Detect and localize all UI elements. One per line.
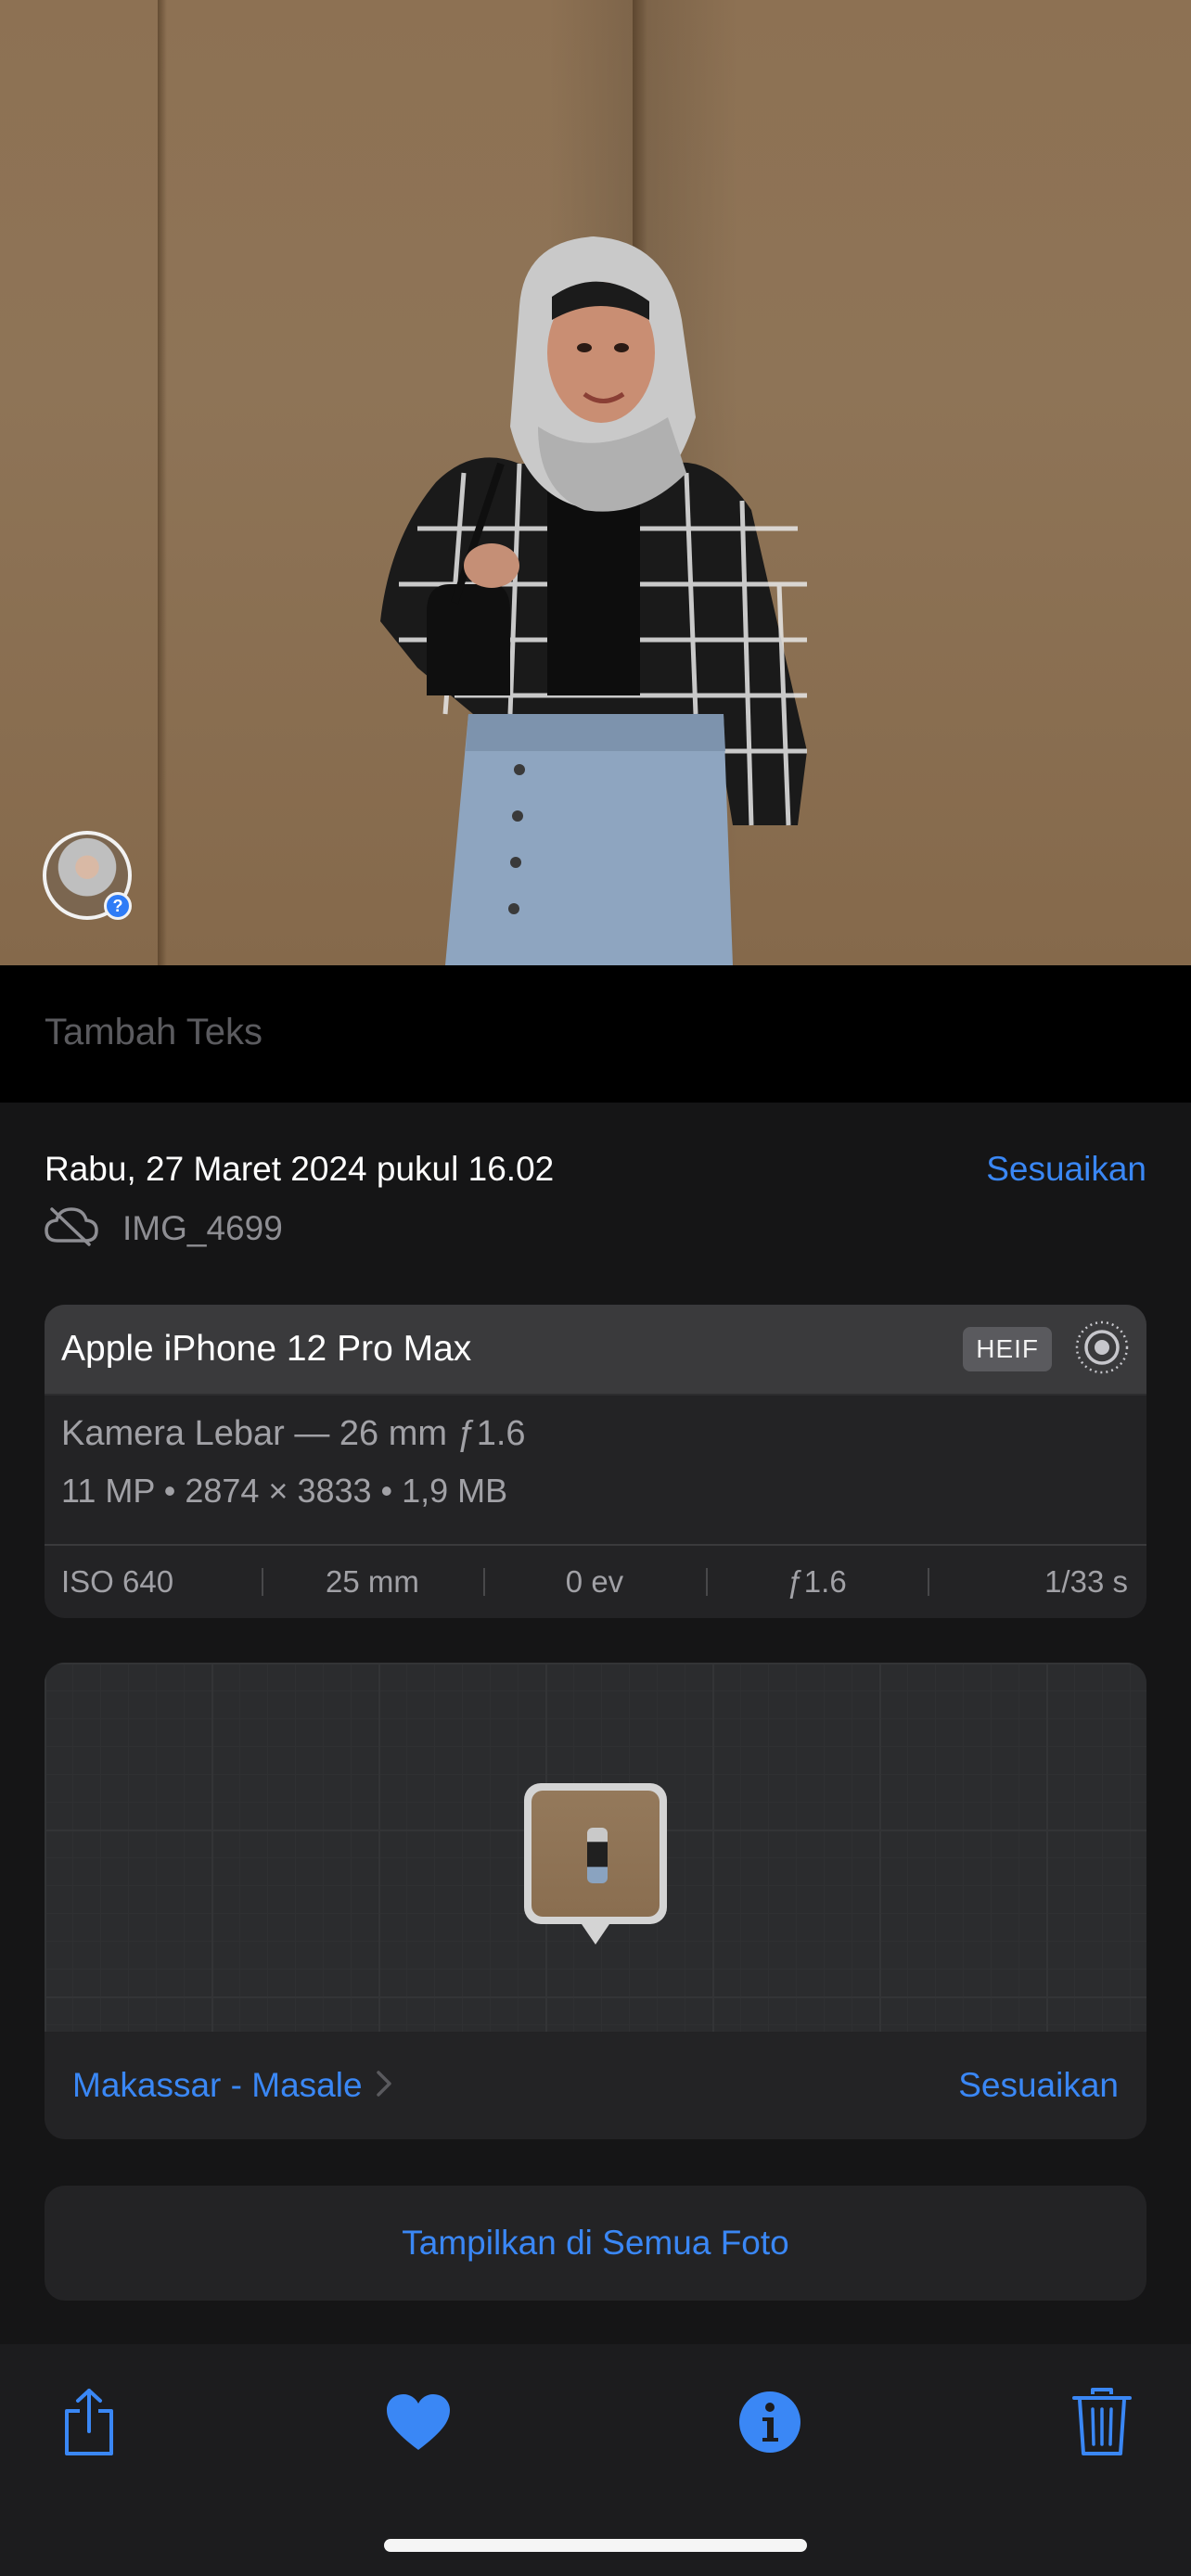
wall-seam [158,0,167,965]
aperture-value: ƒ1.6 [705,1564,928,1600]
people-avatar-badge[interactable]: ? [43,831,132,920]
location-link[interactable]: Makassar - Masale [72,2066,392,2105]
iso-value: ISO 640 [61,1564,174,1599]
date-row: Rabu, 27 Maret 2024 pukul 16.02 Sesuaika… [45,1150,1146,1189]
camera-info-card: Apple iPhone 12 Pro Max HEIF Kamera Leba… [45,1305,1146,1618]
unknown-person-icon: ? [104,892,132,920]
photo-thumbnail [531,1791,660,1917]
map-photo-pin[interactable] [524,1783,667,1945]
person-subject [380,236,807,965]
focal-length-value: 25 mm [261,1564,484,1600]
location-card: Makassar - Masale Sesuaikan [45,1663,1146,2139]
location-footer: Makassar - Masale Sesuaikan [45,2032,1146,2139]
share-icon[interactable] [52,2385,126,2459]
caption-field[interactable]: Tambah Teks [0,965,1191,1103]
shutter-speed-value: 1/33 s [928,1564,1146,1600]
exposure-value: 0 ev [483,1564,706,1600]
adjust-location-button[interactable]: Sesuaikan [958,2066,1119,2105]
favorite-heart-icon[interactable] [381,2385,455,2459]
map-view[interactable] [45,1663,1146,2032]
file-row: IMG_4699 [45,1205,283,1251]
camera-header: Apple iPhone 12 Pro Max HEIF [45,1305,1146,1396]
adjust-datetime-button[interactable]: Sesuaikan [986,1150,1146,1189]
image-meta: 11 MP • 2874 × 3833 • 1,9 MB [61,1472,508,1510]
camera-model: Apple iPhone 12 Pro Max [61,1329,472,1369]
photo-view[interactable]: ? [0,0,1191,965]
lens-info: Kamera Lebar — 26 mm ƒ1.6 [61,1414,526,1453]
format-badge: HEIF [963,1327,1052,1371]
photo-datetime: Rabu, 27 Maret 2024 pukul 16.02 [45,1150,555,1188]
exposure-stats: ISO 640 25 mm 0 ev ƒ1.6 1/33 s [45,1544,1146,1618]
chevron-right-icon [376,2070,392,2102]
trash-icon[interactable] [1065,2385,1139,2459]
file-name: IMG_4699 [122,1208,283,1247]
info-icon[interactable] [733,2385,807,2459]
pin-tail [582,1924,609,1945]
home-indicator[interactable] [384,2539,807,2552]
cloud-off-icon [45,1205,98,1251]
show-all-label: Tampilkan di Semua Foto [402,2224,789,2262]
show-in-all-photos-button[interactable]: Tampilkan di Semua Foto [45,2186,1146,2301]
caption-placeholder: Tambah Teks [45,1012,263,1052]
live-photo-icon[interactable] [1074,1320,1130,1380]
location-name: Makassar - Masale [72,2066,363,2104]
